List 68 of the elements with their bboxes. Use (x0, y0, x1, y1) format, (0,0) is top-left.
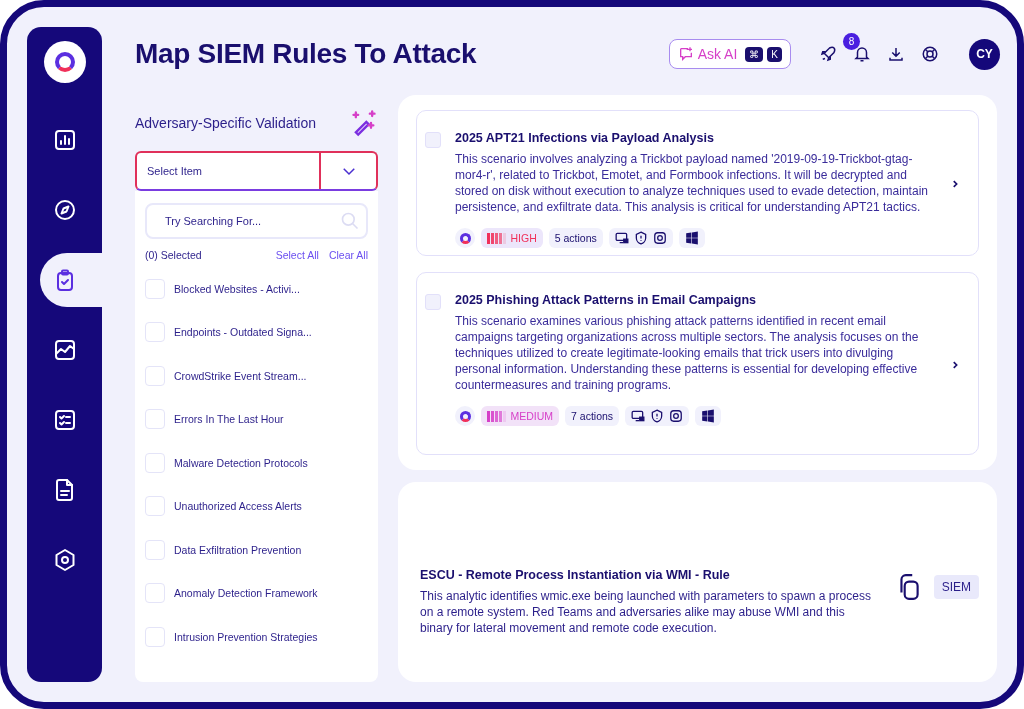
shortcut-key: K (767, 46, 782, 62)
option-label[interactable]: CrowdStrike Event Stream... (174, 369, 307, 382)
shield-icon (650, 409, 665, 423)
magic-wand-icon[interactable] (350, 109, 378, 137)
scenario-title: 2025 Phishing Attack Patterns in Email Campaigns (455, 293, 758, 307)
checkbox[interactable] (425, 132, 441, 148)
checkbox[interactable] (145, 539, 165, 560)
option-label[interactable]: Intrusion Prevention Strategies (174, 630, 318, 643)
severity-tag: HIGH (481, 228, 543, 248)
checkbox[interactable] (145, 365, 165, 386)
option-label[interactable]: Errors In The Last Hour (174, 413, 284, 426)
option-label[interactable]: Blocked Websites - Activi... (174, 282, 300, 295)
monitor-icon (631, 409, 646, 423)
option-label[interactable]: Malware Detection Protocols (174, 456, 308, 469)
selected-count: (0) Selected (145, 249, 202, 261)
select-all-link[interactable]: Select All (275, 249, 319, 261)
checkbox[interactable] (145, 496, 165, 517)
monitor-icon (614, 231, 629, 245)
checkbox[interactable] (145, 452, 165, 473)
rule-description: This analytic identifies wmic.exe being launched with parameters to spawn a process on a remote system. Red Teams and adversaries alike may abuse WMI and this binary for lateral movement and remote code execution. (420, 588, 872, 636)
shortcut-key: ⌘ (745, 46, 764, 62)
option-label[interactable]: Anomaly Detection Framework (174, 587, 318, 600)
severity-tag: MEDIUM (481, 406, 560, 426)
checklist-icon (52, 408, 77, 432)
avatar[interactable]: CY (969, 38, 1000, 70)
search-icon (340, 211, 360, 231)
search-field[interactable]: Try Searching For... (145, 203, 368, 239)
compass-icon (52, 198, 77, 222)
checkbox[interactable] (145, 278, 165, 299)
notification-badge: 8 (843, 33, 860, 50)
chat-sparkle-icon (677, 46, 694, 62)
select-dropdown[interactable]: Select Item (135, 151, 378, 191)
checkbox[interactable] (145, 409, 165, 430)
help-icon[interactable] (921, 45, 939, 63)
chevron-right-icon[interactable] (950, 179, 960, 189)
scenario-description: This scenario examines various phishing attack patterns identified in recent email campaigns targeting organizations across multiple sectors. The analysis focuses on the techniques utilized to create legitimate-looking emails that trick users into divulging personal information. Understanding these patterns is essential for developing effective countermeasures and training programs. (455, 313, 920, 393)
option-label[interactable]: Data Exfiltration Prevention (174, 543, 302, 556)
chevron-right-icon[interactable] (950, 359, 960, 370)
shield-icon (633, 231, 648, 245)
checkbox[interactable] (145, 626, 165, 647)
scenario-card[interactable] (416, 110, 979, 256)
section-title: Adversary-Specific Validation (135, 115, 317, 131)
scenario-title: 2025 APT21 Infections via Payload Analysis (455, 131, 715, 145)
windows-icon (678, 228, 705, 248)
logo-icon (43, 41, 86, 83)
checkbox[interactable] (145, 583, 165, 604)
checkbox[interactable] (145, 322, 165, 343)
line-chart-icon (52, 338, 77, 362)
bell-icon[interactable] (853, 45, 871, 63)
scenario-card[interactable] (416, 272, 979, 455)
option-label[interactable]: Unauthorized Access Alerts (174, 500, 302, 513)
rule-title: ESCU - Remote Process Instantiation via WMI - Rule (420, 568, 731, 582)
logo-icon (455, 228, 475, 248)
rocket-icon[interactable] (819, 45, 837, 63)
actions-count: 5 actions (548, 228, 603, 248)
actions-count: 7 actions (565, 406, 620, 426)
ask-ai-button[interactable]: Ask AI ⌘ K (668, 39, 791, 69)
sidebar-item[interactable] (40, 253, 102, 307)
logo-icon (455, 406, 475, 426)
download-icon[interactable] (887, 45, 905, 63)
siem-tag: SIEM (933, 575, 979, 599)
windows-icon (695, 406, 722, 426)
page-title: Map SIEM Rules To Attack (135, 38, 477, 70)
checkbox[interactable] (425, 294, 441, 310)
clear-all-link[interactable]: Clear All (328, 249, 368, 261)
option-label[interactable]: Endpoints - Outdated Signa... (174, 326, 312, 339)
bar-chart-icon (52, 128, 77, 152)
scenario-description: This scenario involves analyzing a Trickbot payload named '2019-09-19-Trickbot-gtag-mor4-r', related to Trickbot, Emotet, and Formbook infections. It will be decrypted and stored on disk without execution to analyze techniques used to evade detection, maintain persistence, and exfiltrate data. This analysis is critical for understanding APT21 tactics. (455, 151, 929, 215)
